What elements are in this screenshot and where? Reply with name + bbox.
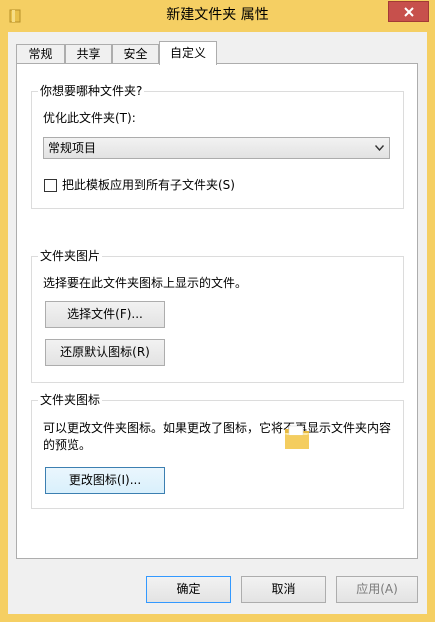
tab-security[interactable]: 安全 [112,44,159,64]
apply-to-subfolders-label[interactable]: 把此模板应用到所有子文件夹(S) [62,177,235,193]
choose-file-button[interactable]: 选择文件(F)... [45,301,165,328]
close-button[interactable] [388,1,429,22]
ok-button[interactable]: 确定 [146,576,231,603]
customize-panel: 你想要哪种文件夹? 优化此文件夹(T): 常规项目 把此模板应用到所有子文件夹(… [16,63,418,559]
folder-preview-icon [285,425,309,449]
folder-picture-description: 选择要在此文件夹图标上显示的文件。 [43,276,248,290]
folder-type-group-title: 你想要哪种文件夹? [38,84,145,98]
tab-sharing[interactable]: 共享 [65,44,112,64]
dialog-client-area: 常规 共享 安全 自定义 你想要哪种文件夹? 优化此文件夹(T): 常规项目 把… [8,32,427,614]
folder-icon-description-line2: 的预览。 [43,438,92,452]
apply-button[interactable]: 应用(A) [336,576,418,603]
folder-type-select[interactable]: 常规项目 [43,137,390,159]
tab-general[interactable]: 常规 [16,44,65,64]
restore-default-button[interactable]: 还原默认图标(R) [45,339,165,366]
close-icon [403,6,414,17]
cancel-button[interactable]: 取消 [241,576,326,603]
properties-window: 新建文件夹 属性 常规 共享 安全 自定义 你想要哪种文件夹? 优化此文件夹(T… [0,0,435,622]
tab-customize[interactable]: 自定义 [159,41,217,65]
folder-icon-description-line1: 可以更改文件夹图标。如果更改了图标，它将不再显示文件夹内容 [43,421,392,435]
change-icon-button[interactable]: 更改图标(I)... [45,467,165,494]
folder-type-value: 常规项目 [48,141,97,155]
apply-to-subfolders-checkbox[interactable] [44,179,57,192]
folder-picture-group-title: 文件夹图片 [38,249,103,263]
folder-type-group: 你想要哪种文件夹? 优化此文件夹(T): 常规项目 把此模板应用到所有子文件夹(… [31,84,404,209]
window-title: 新建文件夹 属性 [166,7,269,23]
optimize-label: 优化此文件夹(T): [43,111,136,125]
chevron-down-icon [375,145,384,151]
folder-icon-group-title: 文件夹图标 [38,393,103,407]
folder-picture-group: 文件夹图片 选择要在此文件夹图标上显示的文件。 选择文件(F)... 还原默认图… [31,249,404,383]
title-bar[interactable]: 新建文件夹 属性 [0,0,435,32]
folder-icon-group: 文件夹图标 可以更改文件夹图标。如果更改了图标，它将不再显示文件夹内容 的预览。… [31,393,404,509]
